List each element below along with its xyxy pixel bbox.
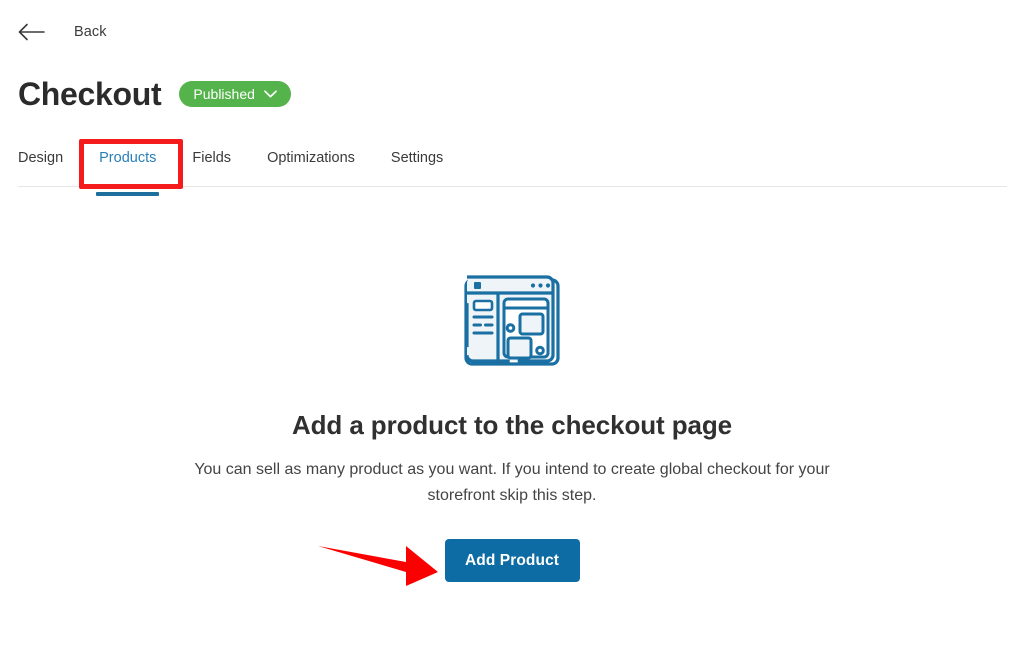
page-title: Checkout	[18, 76, 162, 112]
tab-products[interactable]: Products	[96, 150, 160, 196]
chevron-down-icon	[264, 90, 277, 98]
status-badge-label: Published	[193, 86, 255, 102]
tab-settings[interactable]: Settings	[391, 150, 443, 196]
tab-design[interactable]: Design	[18, 150, 63, 196]
tab-bar: Design Products Fields Optimizations Set…	[18, 150, 443, 196]
empty-state-description: You can sell as many product as you want…	[194, 461, 830, 504]
web-page-layout-icon	[464, 275, 560, 366]
add-product-button[interactable]: Add Product	[444, 539, 580, 582]
back-button[interactable]: Back	[18, 18, 107, 46]
tab-bar-divider	[18, 186, 1007, 187]
empty-state-heading: Add a product to the checkout page	[291, 410, 733, 440]
back-label: Back	[74, 24, 107, 40]
tab-optimizations[interactable]: Optimizations	[267, 150, 355, 196]
tab-fields[interactable]: Fields	[192, 150, 231, 196]
page-header: Checkout Published	[18, 74, 291, 114]
status-badge[interactable]: Published	[179, 81, 291, 107]
arrow-left-icon	[18, 23, 45, 41]
empty-state: Add a product to the checkout page You c…	[0, 270, 1024, 582]
